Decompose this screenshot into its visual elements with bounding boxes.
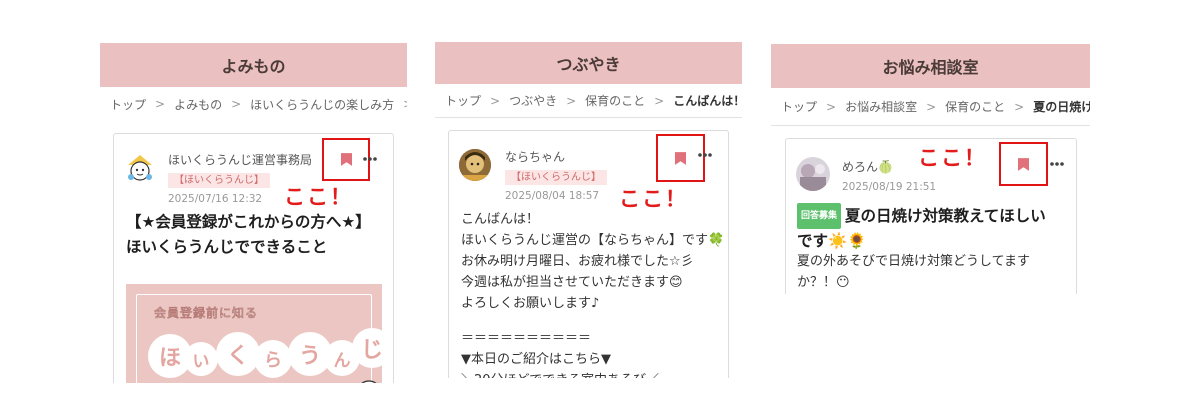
breadcrumb: トップ > お悩み相談室 > 保育のこと > 夏の日焼け: [771, 88, 1090, 126]
post-body-line: ▼本日のご紹介はこちら▼: [461, 352, 611, 367]
breadcrumb-separator: >: [826, 99, 837, 114]
breadcrumb-separator: >: [926, 99, 937, 114]
post-body[interactable]: 夏の外あそびで日焼け対策どうしてます か？！😶: [797, 251, 1030, 293]
breadcrumb-home[interactable]: トップ: [781, 98, 817, 115]
thumbnail-caption: 会員登録前に知る: [154, 306, 259, 320]
post-title-text: 夏の日焼け対策教えてほしい: [845, 207, 1046, 225]
panel-header: つぶやき: [435, 42, 742, 84]
author-meta: ならちゃん 【ほいくらうんじ】 2025/08/04 18:57: [505, 149, 607, 204]
post-body-line: ＼20分ほどでできる室内あそび／: [461, 370, 724, 378]
post-body[interactable]: こんばんは！ ほいくらうんじ運営の【ならちゃん】です🍀 お休み明け月曜日、お疲れ…: [461, 209, 724, 378]
user-photo-icon: [796, 157, 830, 191]
breadcrumb-item[interactable]: つぶやき: [509, 92, 557, 109]
author-row: ならちゃん 【ほいくらうんじ】 2025/08/04 18:57: [459, 149, 607, 204]
panel-onayami: お悩み相談室 トップ > お悩み相談室 > 保育のこと > 夏の日焼け めろん🍈…: [771, 44, 1090, 294]
breadcrumb-home[interactable]: トップ: [445, 92, 481, 109]
more-icon[interactable]: [698, 153, 712, 157]
author-name[interactable]: ならちゃん: [505, 149, 607, 165]
thumbnail-bubble: い: [184, 342, 218, 376]
breadcrumb-separator: >: [155, 97, 166, 111]
post-thumbnail[interactable]: 会員登録前に知る ほ い く ら う ん じ: [126, 284, 382, 383]
post-body-line: [461, 314, 724, 328]
post-body-line: 夏の外あそびで日焼け対策どうしてます: [797, 254, 1030, 269]
breadcrumb-item[interactable]: お悩み相談室: [845, 98, 917, 115]
panel-header: よみもの: [100, 43, 407, 87]
post-card[interactable]: ならちゃん 【ほいくらうんじ】 2025/08/04 18:57 ここ！ こんば…: [448, 130, 729, 378]
post-body-line: か？！😶: [797, 275, 850, 290]
bookmark-icon[interactable]: [1018, 158, 1029, 171]
breadcrumb-item[interactable]: 保育のこと: [945, 98, 1005, 115]
more-icon[interactable]: [1050, 162, 1064, 166]
post-title-line: です☀️🌻: [797, 232, 867, 250]
post-body-line: お休み明け月曜日、お疲れ様でした☆彡: [461, 254, 694, 269]
breadcrumb-separator: >: [490, 93, 501, 108]
post-card[interactable]: ほいくらうんじ運営事務局 【ほいくらうんじ】 2025/07/16 12:32 …: [113, 133, 394, 383]
user-photo-icon: [459, 149, 491, 181]
annotation-label: ここ！: [918, 146, 987, 170]
post-body-line: 今週は私が担当させていただきます😊: [461, 275, 683, 290]
answer-wanted-badge: 回答募集: [797, 203, 842, 229]
breadcrumb-current: 夏の日焼け: [1033, 100, 1090, 114]
breadcrumb: トップ > よみもの > ほいくらうんじの楽しみ方 >: [100, 87, 407, 121]
post-body-line: ほいくらうんじ運営の【ならちゃん】です🍀: [461, 233, 725, 248]
post-title[interactable]: 【★会員登録がこれからの方へ★】 ほいくらうんじでできること: [126, 210, 371, 260]
panel-tsubuyaki: つぶやき トップ > つぶやき > 保育のこと > こんばんは！ ならちゃん 【…: [435, 42, 742, 378]
bookmark-highlight-box: [999, 142, 1048, 186]
post-title-line: 回答募集 夏の日焼け対策教えてほしい: [797, 203, 1046, 229]
author-tag: 【ほいくらうんじ】: [168, 173, 270, 188]
breadcrumb-item[interactable]: 保育のこと: [585, 92, 645, 109]
breadcrumb-separator: >: [403, 97, 407, 111]
author-tag: 【ほいくらうんじ】: [505, 170, 607, 185]
bookmark-icon[interactable]: [675, 152, 686, 165]
breadcrumb-separator: >: [566, 93, 577, 108]
breadcrumb-separator: >: [1014, 99, 1025, 114]
post-title[interactable]: 回答募集 夏の日焼け対策教えてほしい です☀️🌻: [797, 203, 1046, 253]
post-body-line: ＝＝＝＝＝＝＝＝＝＝: [461, 331, 592, 346]
post-date: 2025/08/04 18:57: [505, 190, 600, 202]
mascot-avatar-icon: [128, 155, 152, 181]
breadcrumb-item[interactable]: ほいくらうんじの楽しみ方: [250, 96, 394, 113]
breadcrumb-home[interactable]: トップ: [110, 96, 146, 113]
author-name[interactable]: ほいくらうんじ運営事務局: [168, 152, 312, 168]
panel-header: お悩み相談室: [771, 44, 1090, 88]
avatar[interactable]: [796, 157, 830, 191]
annotation-label: ここ！: [284, 185, 353, 209]
breadcrumb-current: こんばんは！: [673, 94, 742, 108]
avatar[interactable]: [124, 152, 156, 184]
post-body-line: こんばんは！: [461, 212, 540, 227]
breadcrumb: トップ > つぶやき > 保育のこと > こんばんは！: [435, 84, 742, 118]
breadcrumb-separator: >: [231, 97, 242, 111]
bookmark-highlight-box: [656, 134, 705, 182]
thumbnail-bubble: く: [216, 332, 260, 376]
more-icon[interactable]: [363, 157, 377, 161]
author-row: めろん🍈 2025/08/19 21:51: [796, 157, 936, 195]
post-title-line: 【★会員登録がこれからの方へ★】: [126, 213, 371, 231]
post-date: 2025/08/19 21:51: [842, 181, 937, 193]
character-illustration-icon: [361, 380, 377, 383]
breadcrumb-item[interactable]: よみもの: [174, 96, 222, 113]
post-card[interactable]: めろん🍈 2025/08/19 21:51 ここ！ 回答募集 夏の日焼け対策教えて…: [785, 138, 1077, 294]
thumbnail-bubble: ら: [254, 340, 292, 378]
breadcrumb-separator: >: [654, 93, 665, 108]
post-title-line: ほいくらうんじでできること: [126, 238, 328, 256]
bookmark-icon[interactable]: [341, 153, 352, 166]
avatar[interactable]: [459, 149, 491, 181]
post-body-line: よろしくお願いします♪: [461, 296, 600, 311]
panel-yomimono: よみもの トップ > よみもの > ほいくらうんじの楽しみ方 > ほいくらうんじ…: [100, 43, 407, 383]
